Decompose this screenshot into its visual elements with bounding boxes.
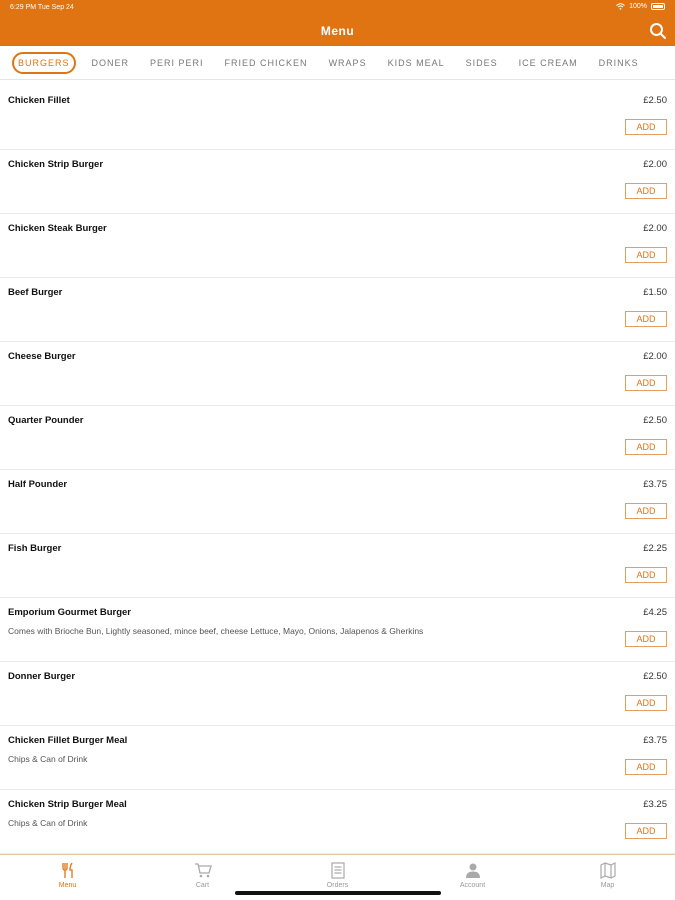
list-item: Chicken Steak Burger £2.00 ADD [0, 214, 675, 278]
tab-peri-peri[interactable]: PERI PERI [145, 53, 209, 73]
list-item: Quarter Pounder £2.50 ADD [0, 406, 675, 470]
search-icon [650, 23, 666, 39]
item-name: Donner Burger [8, 671, 76, 682]
item-name: Fish Burger [8, 543, 62, 554]
item-name: Chicken Steak Burger [8, 223, 107, 234]
tab-sides[interactable]: SIDES [461, 53, 503, 73]
item-description: Chips & Can of Drink [8, 754, 88, 764]
item-price: £2.50 [643, 95, 667, 106]
item-price: £2.50 [643, 415, 667, 426]
add-button[interactable]: ADD [625, 311, 667, 327]
nav-menu[interactable]: Menu [0, 855, 135, 900]
add-button[interactable]: ADD [625, 695, 667, 711]
list-item: Half Pounder £3.75 ADD [0, 470, 675, 534]
list-item: Chicken Strip Burger £2.00 ADD [0, 150, 675, 214]
item-name: Half Pounder [8, 479, 68, 490]
tab-kids-meal[interactable]: KIDS MEAL [383, 53, 450, 73]
tab-fried-chicken[interactable]: FRIED CHICKEN [220, 53, 313, 73]
home-indicator [235, 891, 441, 895]
item-name: Emporium Gourmet Burger [8, 607, 131, 618]
item-price: £4.25 [643, 607, 667, 618]
add-button[interactable]: ADD [625, 119, 667, 135]
status-time: 6:29 PM Tue Sep 24 [10, 4, 74, 11]
nav-label: Map [600, 882, 615, 889]
item-name: Chicken Strip Burger Meal [8, 799, 127, 810]
item-name: Chicken Fillet Burger Meal [8, 735, 128, 746]
item-price: £1.50 [643, 287, 667, 298]
nav-label: Orders [326, 882, 349, 889]
battery-percent: 100% [629, 3, 647, 10]
list-item: Beef Burger £1.50 ADD [0, 278, 675, 342]
nav-map[interactable]: Map [540, 855, 675, 900]
item-description: Chips & Can of Drink [8, 818, 88, 828]
user-icon [465, 863, 480, 878]
item-name: Quarter Pounder [8, 415, 84, 426]
tab-burgers[interactable]: BURGERS [12, 51, 76, 74]
cart-icon [194, 863, 212, 878]
menu-item-list: Chicken Fillet £2.50 ADD Chicken Strip Burg… [0, 86, 675, 856]
fork-knife-icon [61, 862, 73, 878]
list-item: Emporium Gourmet Burger Comes with Brioch… [0, 598, 675, 662]
item-price: £3.75 [643, 735, 667, 746]
item-name: Chicken Strip Burger [8, 159, 104, 170]
list-item: Donner Burger £2.50 ADD [0, 662, 675, 726]
add-button[interactable]: ADD [625, 823, 667, 839]
item-name: Chicken Fillet [8, 95, 70, 106]
tab-ice-cream[interactable]: ICE CREAM [514, 53, 583, 73]
add-button[interactable]: ADD [625, 247, 667, 263]
add-button[interactable]: ADD [625, 567, 667, 583]
tab-wraps[interactable]: WRAPS [324, 53, 372, 73]
add-button[interactable]: ADD [625, 183, 667, 199]
add-button[interactable]: ADD [625, 631, 667, 647]
add-button[interactable]: ADD [625, 759, 667, 775]
list-item: Chicken Fillet £2.50 ADD [0, 86, 675, 150]
battery-icon [651, 3, 665, 10]
list-item: Chicken Strip Burger Meal Chips & Can of … [0, 790, 675, 854]
item-price: £2.00 [643, 223, 667, 234]
category-tabs: BURGERS DONER PERI PERI FRIED CHICKEN WRAPS K… [0, 46, 675, 80]
map-icon [599, 862, 616, 879]
search-button[interactable] [649, 22, 667, 40]
add-button[interactable]: ADD [625, 375, 667, 391]
item-price: £2.25 [643, 543, 667, 554]
add-button[interactable]: ADD [625, 503, 667, 519]
item-price: £3.75 [643, 479, 667, 490]
item-name: Beef Burger [8, 287, 63, 298]
nav-label: Account [459, 882, 486, 889]
item-description: Comes with Brioche Bun, Lightly seasoned… [8, 626, 424, 636]
orders-list-icon [330, 862, 345, 879]
status-bar: 6:29 PM Tue Sep 24 100% [0, 0, 675, 16]
list-item: Cheese Burger £2.00 ADD [0, 342, 675, 406]
item-price: £2.00 [643, 159, 667, 170]
wifi-icon [616, 3, 625, 10]
app-header: 6:29 PM Tue Sep 24 100% Menu [0, 0, 675, 46]
item-price: £2.00 [643, 351, 667, 362]
tab-doner[interactable]: DONER [87, 53, 135, 73]
page-title: Menu [320, 24, 355, 38]
item-price: £2.50 [643, 671, 667, 682]
nav-label: Cart [195, 882, 210, 889]
nav-label: Menu [58, 882, 77, 889]
list-item: Fish Burger £2.25 ADD [0, 534, 675, 598]
add-button[interactable]: ADD [625, 439, 667, 455]
tab-drinks[interactable]: DRINKS [594, 53, 644, 73]
list-item: Chicken Fillet Burger Meal Chips & Can of… [0, 726, 675, 790]
status-right: 100% [616, 3, 665, 10]
item-name: Cheese Burger [8, 351, 76, 362]
item-price: £3.25 [643, 799, 667, 810]
